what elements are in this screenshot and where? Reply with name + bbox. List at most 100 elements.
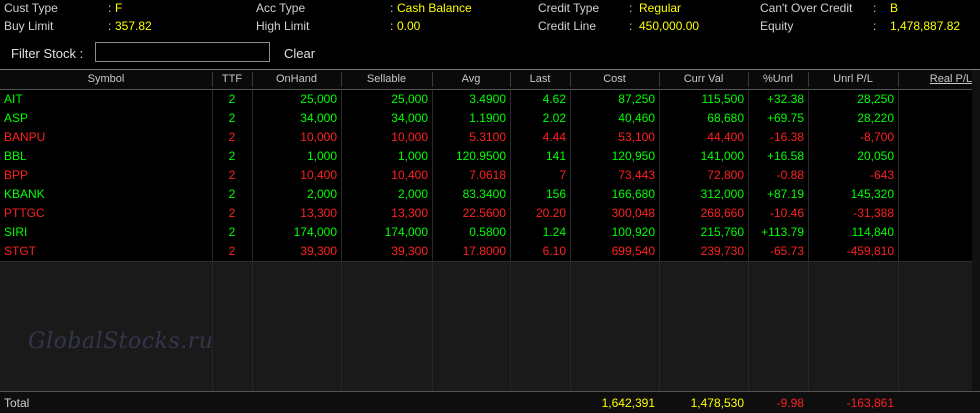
column-header-pct-unrl[interactable]: %Unrl bbox=[748, 73, 808, 85]
cell-divider bbox=[898, 166, 899, 185]
column-divider[interactable] bbox=[659, 72, 660, 87]
table-row[interactable]: ASP 2 34,000 34,000 1.1900 2.02 40,460 68,680 +6… bbox=[0, 109, 980, 129]
table-row[interactable]: STGT 2 39,300 39,300 17.8000 6.10 699,540 239,7… bbox=[0, 242, 980, 262]
column-divider[interactable] bbox=[898, 72, 899, 87]
cell-curr-val: 141,000 bbox=[700, 149, 744, 163]
cell-avg: 22.5600 bbox=[462, 206, 506, 220]
cust-type-block: Cust Type : F Buy Limit : 357.82 bbox=[4, 0, 244, 38]
table-row[interactable]: BBL 2 1,000 1,000 120.9500 141 120,950 141,000 +… bbox=[0, 147, 980, 167]
cell-ttf: 2 bbox=[228, 187, 236, 201]
cell-symbol: BANPU bbox=[4, 130, 46, 144]
acc-type-block: Acc Type : Cash Balance High Limit : 0.0… bbox=[256, 0, 526, 38]
cell-cost: 300,048 bbox=[611, 206, 655, 220]
high-limit-value: 0.00 bbox=[397, 19, 421, 33]
cell-last: 1.24 bbox=[542, 225, 566, 239]
cant-over-credit-colon: : bbox=[873, 1, 877, 15]
cell-pct-unrl: +69.75 bbox=[766, 111, 804, 125]
cell-ttf: 2 bbox=[228, 149, 236, 163]
total-pct-unrl: -9.98 bbox=[776, 396, 804, 410]
cell-pct-unrl: -0.88 bbox=[776, 168, 804, 182]
column-header-real-pl[interactable]: Real P/L bbox=[898, 73, 972, 85]
table-row[interactable]: KBANK 2 2,000 2,000 83.3400 156 166,680 312,000… bbox=[0, 185, 980, 205]
cell-curr-val: 312,000 bbox=[700, 187, 744, 201]
column-header-onhand[interactable]: OnHand bbox=[252, 73, 341, 85]
grid-divider bbox=[808, 261, 809, 392]
column-divider[interactable] bbox=[212, 72, 213, 87]
acc-type-value: Cash Balance bbox=[397, 1, 472, 15]
column-header-avg[interactable]: Avg bbox=[432, 73, 510, 85]
cell-sellable: 10,400 bbox=[391, 168, 428, 182]
grid-divider bbox=[570, 261, 571, 392]
equity-colon: : bbox=[873, 19, 877, 33]
grid-divider bbox=[212, 261, 213, 392]
cell-avg: 7.0618 bbox=[469, 168, 506, 182]
clear-button[interactable]: Clear bbox=[284, 46, 315, 61]
cell-symbol: KBANK bbox=[4, 187, 45, 201]
column-header-symbol[interactable]: Symbol bbox=[0, 73, 212, 85]
cell-cost: 53,100 bbox=[618, 130, 655, 144]
column-header-cost[interactable]: Cost bbox=[570, 73, 659, 85]
cell-last: 2.02 bbox=[542, 111, 566, 125]
cell-last: 156 bbox=[545, 187, 566, 201]
cell-divider bbox=[898, 147, 899, 166]
cell-avg: 1.1900 bbox=[469, 111, 506, 125]
cell-unrl-pl: -8,700 bbox=[859, 130, 894, 144]
acc-type-label: Acc Type bbox=[256, 1, 306, 15]
filter-bar: Filter Stock : Clear bbox=[0, 38, 980, 68]
cell-unrl-pl: 20,050 bbox=[857, 149, 894, 163]
table-row[interactable]: BANPU 2 10,000 10,000 5.3100 4.44 53,100 44,400… bbox=[0, 128, 980, 148]
cell-sellable: 10,000 bbox=[391, 130, 428, 144]
cell-unrl-pl: 145,320 bbox=[850, 187, 894, 201]
column-divider[interactable] bbox=[432, 72, 433, 87]
scrollbar-track[interactable] bbox=[972, 70, 980, 392]
cell-pct-unrl: -65.73 bbox=[769, 244, 804, 258]
high-limit-label: High Limit bbox=[256, 19, 310, 33]
cust-type-colon: : bbox=[108, 1, 112, 15]
cell-ttf: 2 bbox=[228, 244, 236, 258]
cell-curr-val: 215,760 bbox=[700, 225, 744, 239]
column-divider[interactable] bbox=[570, 72, 571, 87]
acc-type-colon: : bbox=[390, 1, 394, 15]
cell-cost: 40,460 bbox=[618, 111, 655, 125]
cell-symbol: STGT bbox=[4, 244, 36, 258]
grid-divider bbox=[510, 261, 511, 392]
watermark-logo: GlobalStocks.ru bbox=[28, 329, 214, 354]
cust-type-label: Cust Type bbox=[4, 1, 58, 15]
cell-pct-unrl: +16.58 bbox=[766, 149, 804, 163]
cell-symbol: ASP bbox=[4, 111, 29, 125]
cell-onhand: 39,300 bbox=[300, 244, 337, 258]
table-row[interactable]: PTTGC 2 13,300 13,300 22.5600 20.20 300,048 268… bbox=[0, 204, 980, 224]
cell-divider bbox=[898, 204, 899, 223]
filter-stock-input[interactable] bbox=[95, 42, 270, 62]
column-header-sellable[interactable]: Sellable bbox=[341, 73, 432, 85]
column-header-unrl-pl[interactable]: Unrl P/L bbox=[808, 73, 898, 85]
cell-ttf: 2 bbox=[228, 92, 236, 106]
cell-avg: 120.9500 bbox=[455, 149, 506, 163]
table-row[interactable]: BPP 2 10,400 10,400 7.0618 7 73,443 72,800 -0.88… bbox=[0, 166, 980, 186]
cant-over-credit-value: B bbox=[890, 1, 899, 15]
cell-pct-unrl: -10.46 bbox=[769, 206, 804, 220]
column-divider[interactable] bbox=[252, 72, 253, 87]
cell-ttf: 2 bbox=[228, 130, 236, 144]
grid-divider bbox=[659, 261, 660, 392]
column-divider[interactable] bbox=[808, 72, 809, 87]
column-divider[interactable] bbox=[510, 72, 511, 87]
column-header-curr-val[interactable]: Curr Val bbox=[659, 73, 748, 85]
column-header-ttf[interactable]: TTF bbox=[212, 73, 252, 85]
high-limit-colon: : bbox=[390, 19, 394, 33]
cell-onhand: 34,000 bbox=[300, 111, 337, 125]
credit-line-label: Credit Line bbox=[538, 19, 597, 33]
cell-last: 141 bbox=[545, 149, 566, 163]
cell-onhand: 174,000 bbox=[293, 225, 337, 239]
credit-type-block: Credit Type : Regular Credit Line : 450,… bbox=[538, 0, 748, 38]
cell-curr-val: 239,730 bbox=[700, 244, 744, 258]
grid-divider bbox=[432, 261, 433, 392]
cell-sellable: 34,000 bbox=[391, 111, 428, 125]
column-divider[interactable] bbox=[341, 72, 342, 87]
column-header-last[interactable]: Last bbox=[510, 73, 570, 85]
cell-ttf: 2 bbox=[228, 168, 236, 182]
cell-cost: 100,920 bbox=[611, 225, 655, 239]
table-row[interactable]: SIRI 2 174,000 174,000 0.5800 1.24 100,920 215,… bbox=[0, 223, 980, 243]
column-divider[interactable] bbox=[748, 72, 749, 87]
table-row[interactable]: AIT 2 25,000 25,000 3.4900 4.62 87,250 115,500 +… bbox=[0, 90, 980, 110]
